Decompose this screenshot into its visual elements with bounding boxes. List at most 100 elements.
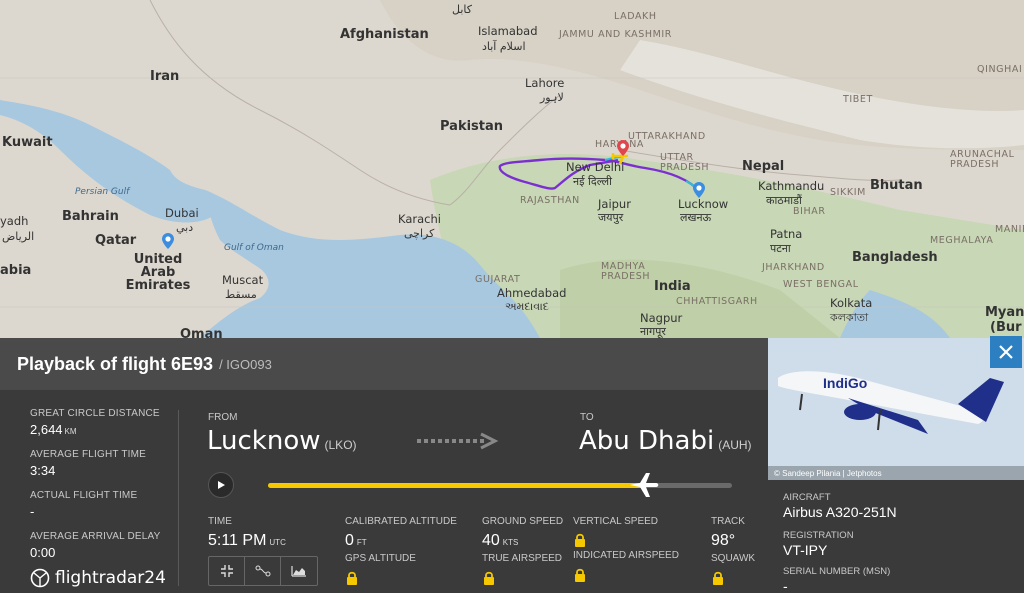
- map-label-uttar-pradesh: UTTAR PRADESH: [660, 152, 710, 173]
- calibrated-altitude-unit: FT: [356, 538, 367, 547]
- from-code: (LKO): [324, 438, 357, 452]
- map-label-bangladesh: Bangladesh: [852, 250, 938, 265]
- map-label-sikkim: SIKKIM: [830, 187, 866, 198]
- origin-pin-icon[interactable]: [693, 182, 705, 198]
- map-label-new-delhi: New Delhi: [566, 160, 625, 174]
- aircraft-label: AIRCRAFT: [783, 492, 831, 503]
- map-label-nepal: Nepal: [742, 159, 785, 174]
- time-unit: UTC: [269, 538, 286, 547]
- to-code: (AUH): [718, 438, 752, 452]
- map-label-karachi-ur: کراچی: [404, 227, 435, 240]
- gps-altitude-label: GPS ALTITUDE: [345, 553, 416, 564]
- playback-handle-plane-icon[interactable]: [628, 470, 660, 500]
- photo-credit[interactable]: © Sandeep Pilania | Jetphotos: [774, 469, 882, 478]
- track-label: TRACK: [711, 516, 745, 527]
- indicated-airspeed-label: INDICATED AIRSPEED: [573, 550, 679, 561]
- to-airport[interactable]: Abu Dhabi (AUH): [579, 426, 752, 456]
- playback-slider[interactable]: [268, 473, 732, 497]
- map-label-meghalaya: MEGHALAYA: [930, 235, 994, 246]
- vertical-speed-lock-icon[interactable]: [574, 533, 586, 547]
- aircraft-panel: IndiGo © Sandeep Pilania | Jetphotos AIR…: [768, 336, 1024, 593]
- play-button[interactable]: [208, 472, 234, 498]
- map-label-bihar: BIHAR: [793, 206, 826, 217]
- to-label: TO: [580, 412, 594, 423]
- map-label-persian-gulf: Persian Gulf: [75, 187, 130, 197]
- map-label-myanmar-2: (Bur: [990, 320, 1022, 335]
- map-label-rajasthan: RAJASTHAN: [520, 195, 580, 206]
- map-label-muscat: Muscat: [222, 273, 264, 287]
- actual-flight-time-value: -: [30, 504, 35, 519]
- avg-flight-time-label: AVERAGE FLIGHT TIME: [30, 449, 147, 460]
- map-label-new-delhi-hi: नई दिल्ली: [573, 175, 612, 188]
- actual-flight-time-label: ACTUAL FLIGHT TIME: [30, 490, 138, 501]
- from-label: FROM: [208, 412, 238, 423]
- aircraft-photo[interactable]: IndiGo © Sandeep Pilania | Jetphotos: [768, 338, 1024, 480]
- map-label-oman: Oman: [180, 327, 223, 338]
- squawk-lock-icon[interactable]: [712, 571, 724, 585]
- ground-speed-value: 40 KTS: [482, 532, 518, 550]
- radar-logo-icon: [30, 568, 50, 588]
- ground-speed-number: 40: [482, 532, 500, 549]
- time-number: 5:11 PM: [208, 532, 267, 549]
- map-label-muscat-ar: مسقط: [225, 288, 257, 301]
- graph-button[interactable]: [281, 557, 317, 585]
- time-value: 5:11 PM UTC: [208, 532, 286, 550]
- route-icon: [255, 565, 270, 577]
- map-label-gujarat: GUJARAT: [475, 274, 521, 285]
- vertical-speed-label: VERTICAL SPEED: [573, 516, 659, 527]
- flight-title: Playback of flight 6E93: [17, 353, 214, 374]
- close-button[interactable]: [990, 336, 1022, 368]
- map-label-riyadh-ar: الرياض: [2, 230, 35, 243]
- map-label-india: India: [654, 279, 691, 294]
- flightradar24-logo[interactable]: flightradar24: [30, 568, 166, 588]
- map-label-arunachal: ARUNACHAL PRADESH: [950, 149, 1015, 170]
- view-tools: [208, 556, 318, 586]
- map-label-karachi: Karachi: [398, 212, 441, 226]
- serial-number-label: SERIAL NUMBER (MSN): [783, 566, 891, 577]
- calibrated-altitude-number: 0: [345, 532, 354, 549]
- calibrated-altitude-label: CALIBRATED ALTITUDE: [345, 516, 457, 527]
- map-label-lucknow: Lucknow: [678, 197, 729, 211]
- map-label-manipur: MANIP: [995, 224, 1024, 235]
- map-label-islamabad-ur: اسلام آباد: [482, 40, 526, 53]
- ground-speed-unit: KTS: [502, 538, 519, 547]
- true-airspeed-lock-icon[interactable]: [483, 571, 495, 585]
- map-label-kolkata-bn: কলকাতা: [830, 311, 869, 324]
- map-label-jaipur-hi: जयपुर: [598, 211, 624, 224]
- map-label-dubai: Dubai: [165, 206, 199, 220]
- fullscreen-button[interactable]: [209, 557, 245, 585]
- map-label-patna-hi: पटना: [770, 242, 791, 255]
- map-label-lahore: Lahore: [525, 76, 565, 90]
- true-airspeed-label: TRUE AIRSPEED: [482, 553, 563, 564]
- close-icon: [999, 345, 1013, 359]
- avg-flight-time-value: 3:34: [30, 463, 56, 478]
- map-label-iran: Iran: [150, 69, 180, 84]
- from-airport[interactable]: Lucknow (LKO): [207, 426, 357, 456]
- destination-pin-icon[interactable]: [162, 233, 174, 249]
- squawk-label: SQUAWK: [711, 553, 756, 564]
- map-label-islamabad: Islamabad: [478, 24, 538, 38]
- map-label-kuwait: Kuwait: [2, 135, 53, 150]
- route-arrow-icon: [417, 432, 499, 450]
- track-value: 98°: [711, 532, 736, 549]
- panel-header: Playback of flight 6E93 / IGO093: [0, 338, 768, 390]
- map-label-patna: Patna: [770, 227, 803, 241]
- route-button[interactable]: [245, 557, 281, 585]
- graph-icon: [291, 566, 306, 577]
- map-label-lucknow-hi: लखनऊ: [680, 211, 712, 224]
- map-label-uae: United Arab Emirates: [125, 252, 191, 293]
- map-label-qinghai: QINGHAI: [977, 64, 1023, 75]
- gps-altitude-lock-icon[interactable]: [346, 571, 358, 585]
- map-label-jharkhand: JHARKHAND: [762, 262, 825, 273]
- flight-stats: GREAT CIRCLE DISTANCE 2,644 KM AVERAGE FL…: [30, 408, 170, 572]
- map-label-uttarakhand: UTTARAKHAND: [628, 131, 706, 142]
- flight-map[interactable]: کابل Afghanistan Islamabad اسلام آباد LA…: [0, 0, 1024, 338]
- gcd-unit: KM: [64, 427, 77, 436]
- avg-arrival-delay-label: AVERAGE ARRIVAL DELAY: [30, 531, 161, 542]
- current-position-pin-icon[interactable]: [617, 140, 629, 156]
- aircraft-value: Airbus A320-251N: [783, 504, 897, 520]
- map-label-bhutan: Bhutan: [870, 178, 923, 193]
- flight-callsign: / IGO093: [219, 356, 272, 372]
- indicated-airspeed-lock-icon[interactable]: [574, 568, 586, 582]
- from-city: Lucknow: [207, 426, 321, 456]
